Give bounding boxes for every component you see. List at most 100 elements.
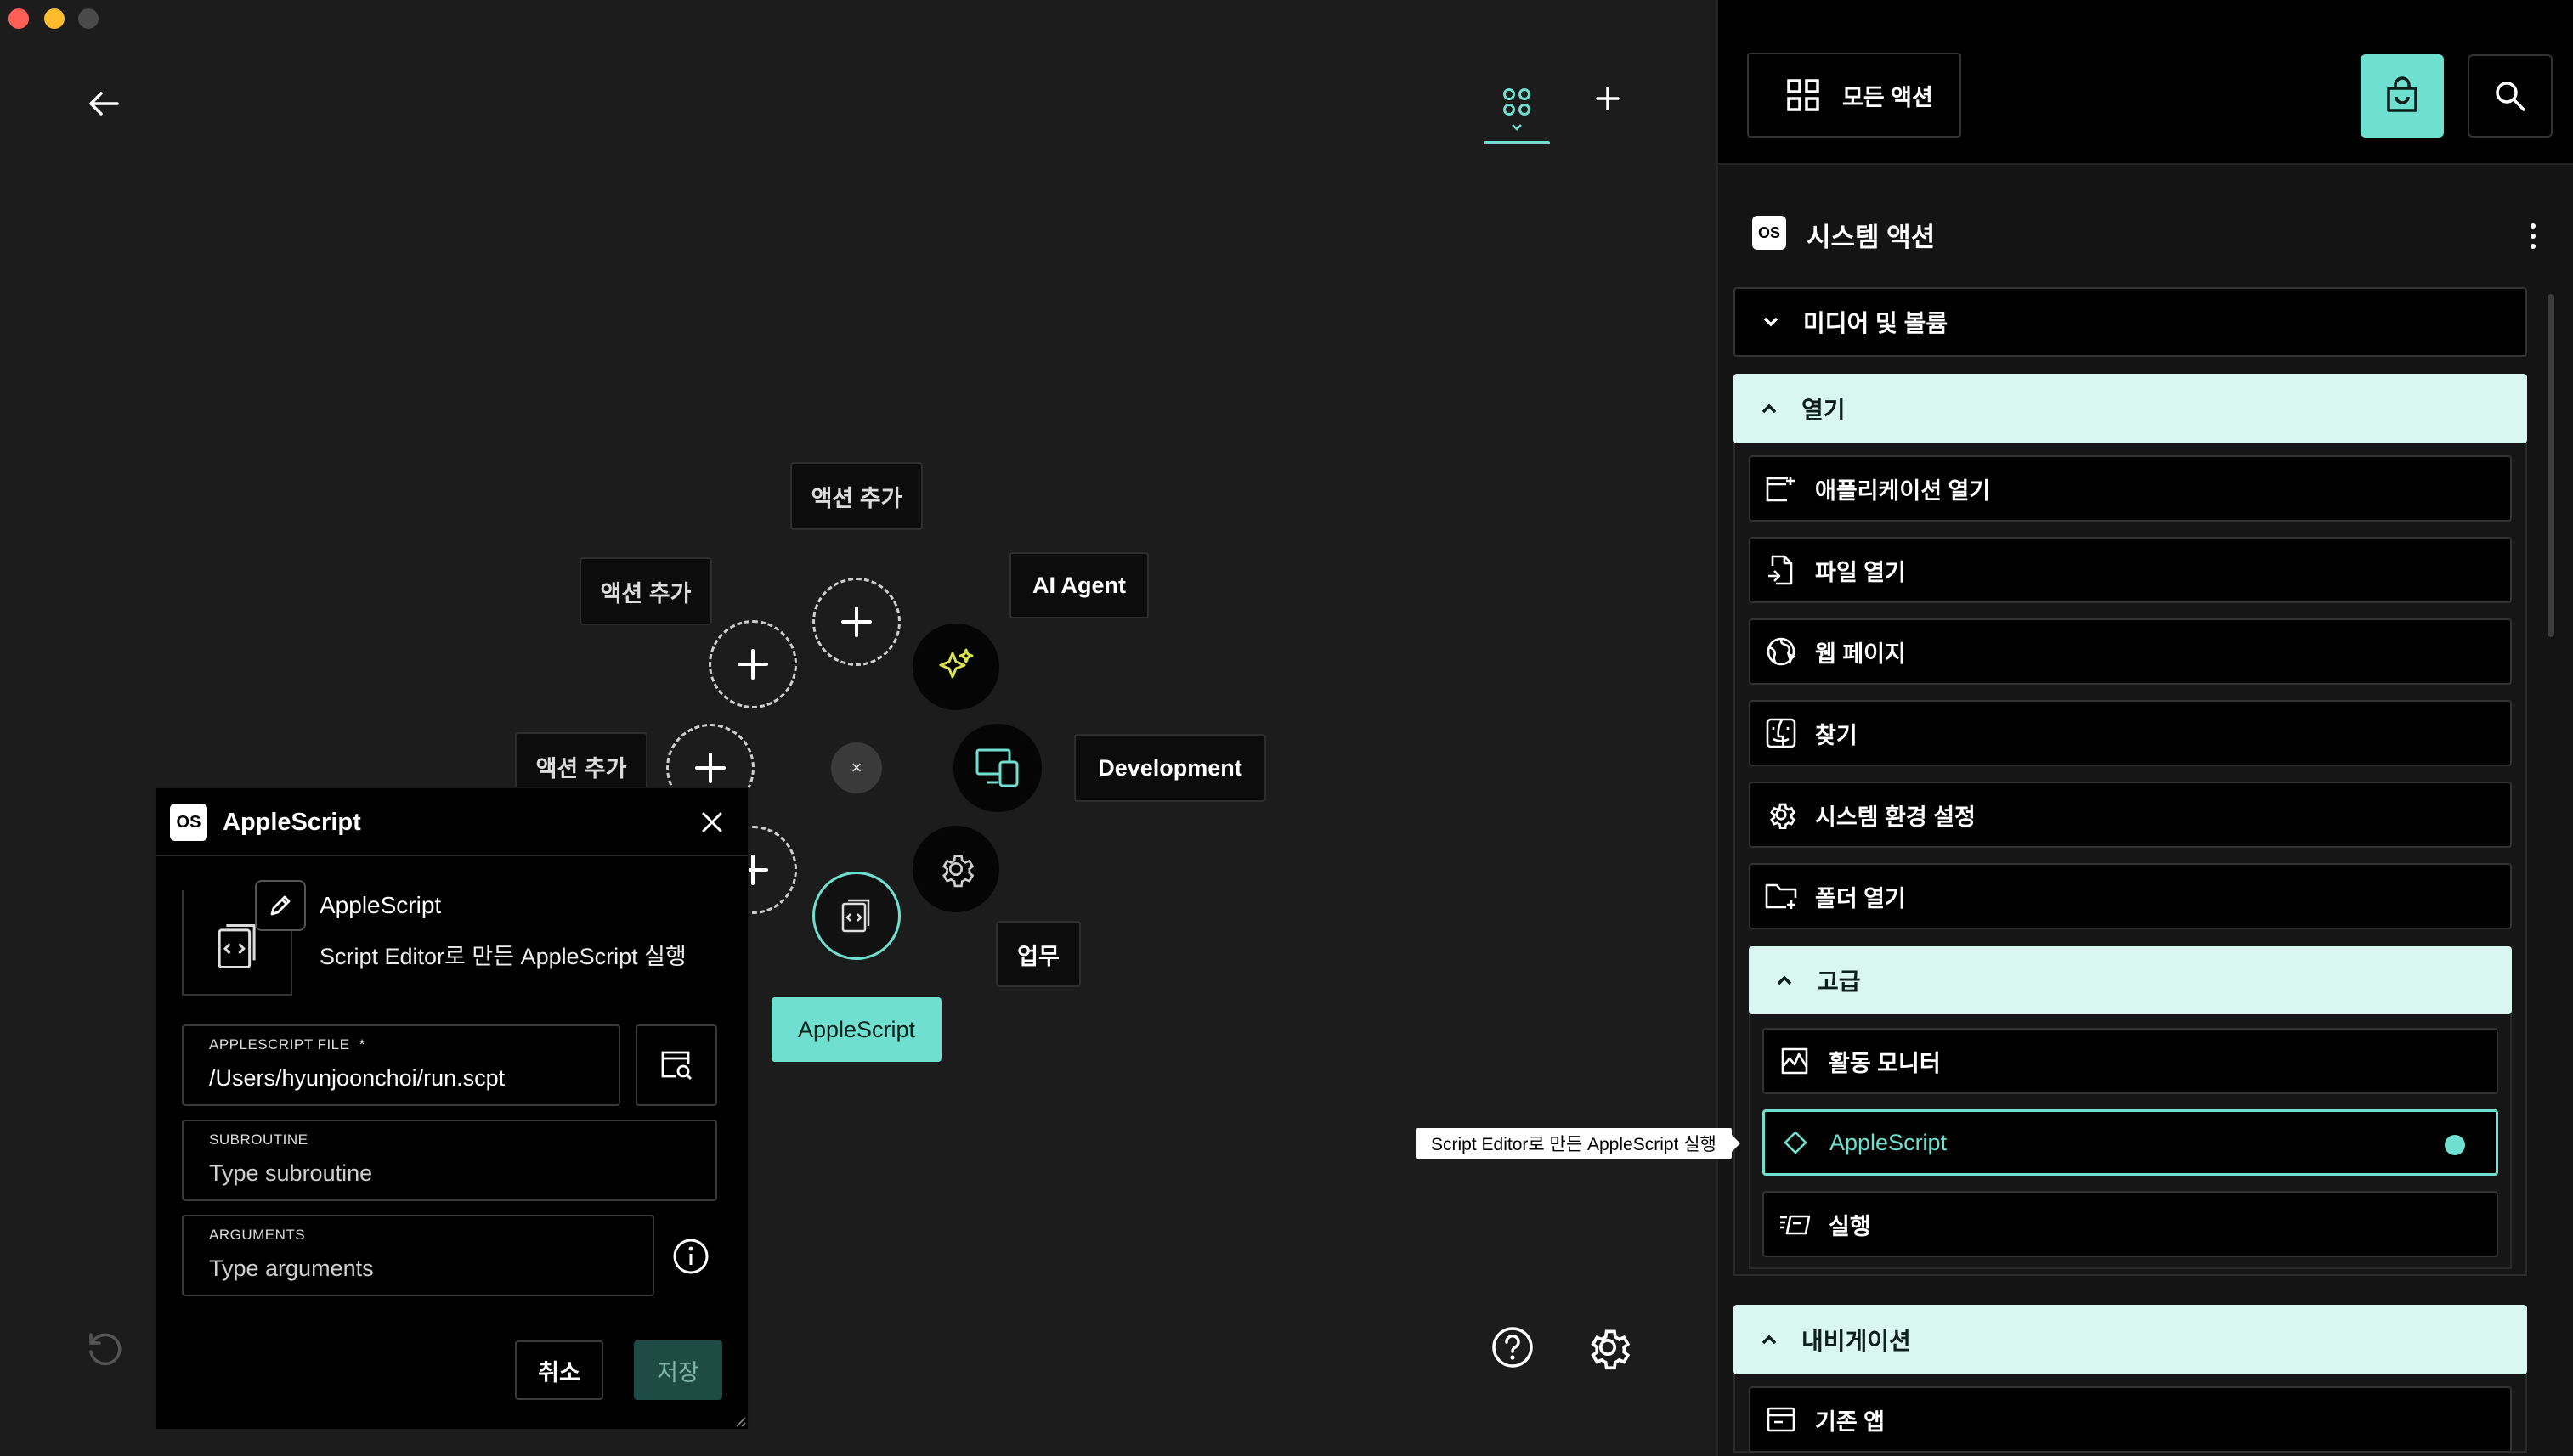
settings-gear-icon[interactable] — [1584, 1323, 1631, 1371]
window-close-button[interactable] — [8, 8, 29, 29]
subroutine-placeholder: Type subroutine — [209, 1160, 373, 1186]
required-mark: * — [359, 1036, 365, 1052]
section-os-badge: OS — [1752, 216, 1786, 250]
arguments-info-button[interactable] — [671, 1237, 710, 1276]
applescript-label[interactable]: AppleScript — [772, 997, 942, 1062]
action-label: 활동 모니터 — [1829, 1050, 1941, 1076]
chevron-down-icon — [1512, 124, 1522, 131]
arrow-left-icon — [89, 92, 119, 116]
globe-icon — [1767, 637, 1796, 666]
window-icon — [1767, 1407, 1795, 1432]
window-zoom-button[interactable] — [78, 8, 99, 29]
marketplace-button[interactable] — [2361, 54, 2444, 138]
window-minimize-button[interactable] — [44, 8, 65, 29]
cancel-button[interactable]: 취소 — [515, 1340, 603, 1400]
action-label: 찾기 — [1815, 722, 1858, 748]
search-button[interactable] — [2468, 54, 2553, 138]
pencil-icon — [270, 895, 291, 916]
arguments-label: ARGUMENTS — [209, 1227, 306, 1243]
action-label: 실행 — [1829, 1213, 1871, 1239]
action-existing-app[interactable]: 기존 앱 — [1749, 1386, 2512, 1453]
browse-file-button[interactable] — [636, 1024, 717, 1106]
action-web-page[interactable]: 웹 페이지 — [1749, 618, 2512, 685]
edit-button[interactable] — [255, 880, 306, 931]
subroutine-field[interactable]: SUBROUTINE Type subroutine — [182, 1120, 717, 1201]
back-button[interactable] — [82, 82, 126, 126]
action-open-file[interactable]: 파일 열기 — [1749, 537, 2512, 603]
save-button[interactable]: 저장 — [634, 1340, 722, 1400]
work-label[interactable]: 업무 — [996, 921, 1081, 987]
dialog-header: OS AppleScript — [156, 788, 748, 856]
all-actions-label: 모든 액션 — [1842, 84, 1933, 110]
activity-monitor-icon — [1781, 1047, 1808, 1075]
file-label-text: APPLESCRIPT FILE — [209, 1036, 350, 1052]
ai-agent-label[interactable]: AI Agent — [1009, 552, 1149, 618]
ai-agent-slot[interactable] — [913, 624, 999, 710]
arguments-placeholder: Type arguments — [209, 1256, 374, 1281]
action-run[interactable]: 실행 — [1762, 1191, 2498, 1257]
section-title: 시스템 액션 — [1807, 223, 1936, 252]
action-label: 기존 앱 — [1815, 1408, 1886, 1435]
app-window-icon — [1766, 477, 1795, 502]
layout-toggle-button[interactable] — [1484, 73, 1550, 146]
panel-toolbar: 모든 액션 — [1718, 0, 2573, 165]
applescript-file-label: APPLESCRIPT FILE * — [209, 1036, 365, 1053]
action-name: AppleScript — [320, 892, 442, 918]
diamond-icon — [1784, 1131, 1807, 1154]
group-media-volume[interactable]: 미디어 및 볼륨 — [1733, 287, 2527, 357]
file-open-icon — [1768, 555, 1793, 585]
group-navigation[interactable]: 내비게이션 — [1733, 1305, 2527, 1374]
more-options-button[interactable] — [2520, 219, 2546, 253]
all-actions-button[interactable]: 모든 액션 — [1747, 53, 1961, 138]
add-action-slot-upper-left[interactable] — [709, 620, 797, 708]
development-label[interactable]: Development — [1074, 734, 1266, 802]
undo-icon[interactable] — [85, 1329, 124, 1368]
help-icon[interactable] — [1490, 1325, 1535, 1369]
arguments-field[interactable]: ARGUMENTS Type arguments — [182, 1215, 654, 1296]
work-slot[interactable] — [913, 826, 999, 912]
shopping-bag-icon — [2387, 76, 2417, 112]
action-label: AppleScript — [1829, 1129, 1948, 1155]
add-button[interactable] — [1587, 78, 1628, 119]
grid-icon — [1787, 79, 1819, 111]
plus-icon — [695, 753, 726, 783]
resize-handle-icon[interactable] — [734, 1415, 746, 1427]
plus-icon — [841, 607, 872, 637]
add-action-label-upper-left[interactable]: 액션 추가 — [580, 557, 712, 625]
finder-icon — [1766, 718, 1796, 748]
group-open[interactable]: 열기 — [1733, 374, 2527, 443]
os-badge: OS — [170, 804, 207, 841]
applescript-slot[interactable] — [812, 872, 901, 960]
development-slot[interactable] — [953, 724, 1042, 812]
applescript-file-field[interactable]: APPLESCRIPT FILE * /Users/hyunjoonchoi/r… — [182, 1024, 620, 1106]
action-applescript[interactable]: AppleScript — [1762, 1109, 2498, 1176]
chevron-up-icon — [1777, 975, 1792, 985]
chevron-up-icon — [1762, 404, 1777, 414]
action-activity-monitor[interactable]: 활동 모니터 — [1762, 1028, 2498, 1094]
add-action-label-top[interactable]: 액션 추가 — [790, 462, 923, 530]
action-open-app[interactable]: 애플리케이션 열기 — [1749, 455, 2512, 522]
dialog-title: AppleScript — [223, 809, 361, 836]
close-radial-button[interactable]: × — [831, 742, 882, 793]
group-label: 내비게이션 — [1801, 1328, 1911, 1354]
devices-icon — [975, 748, 1019, 787]
dialog-close-button[interactable] — [697, 807, 727, 838]
app-window: 액션 추가 액션 추가 액션 추가 AI Agent Development 업… — [0, 0, 2573, 1456]
action-label: 파일 열기 — [1815, 559, 1906, 585]
chevron-down-icon — [1763, 317, 1778, 327]
browse-file-icon — [661, 1051, 692, 1080]
plus-icon — [1596, 87, 1620, 110]
action-system-preferences[interactable]: 시스템 환경 설정 — [1749, 782, 2512, 848]
script-file-icon — [841, 899, 870, 933]
subgroup-advanced[interactable]: 고급 — [1749, 946, 2512, 1014]
add-action-slot-top[interactable] — [812, 578, 901, 666]
group-label: 열기 — [1801, 397, 1846, 423]
panel-scrollbar[interactable] — [2548, 294, 2554, 637]
subroutine-label: SUBROUTINE — [209, 1132, 308, 1148]
sparkle-icon — [939, 648, 974, 679]
action-label: 애플리케이션 열기 — [1815, 477, 1991, 504]
active-tab-indicator — [1484, 141, 1550, 144]
action-open-folder[interactable]: 폴더 열기 — [1749, 863, 2512, 929]
folder-icon — [1765, 883, 1797, 909]
action-finder[interactable]: 찾기 — [1749, 700, 2512, 766]
